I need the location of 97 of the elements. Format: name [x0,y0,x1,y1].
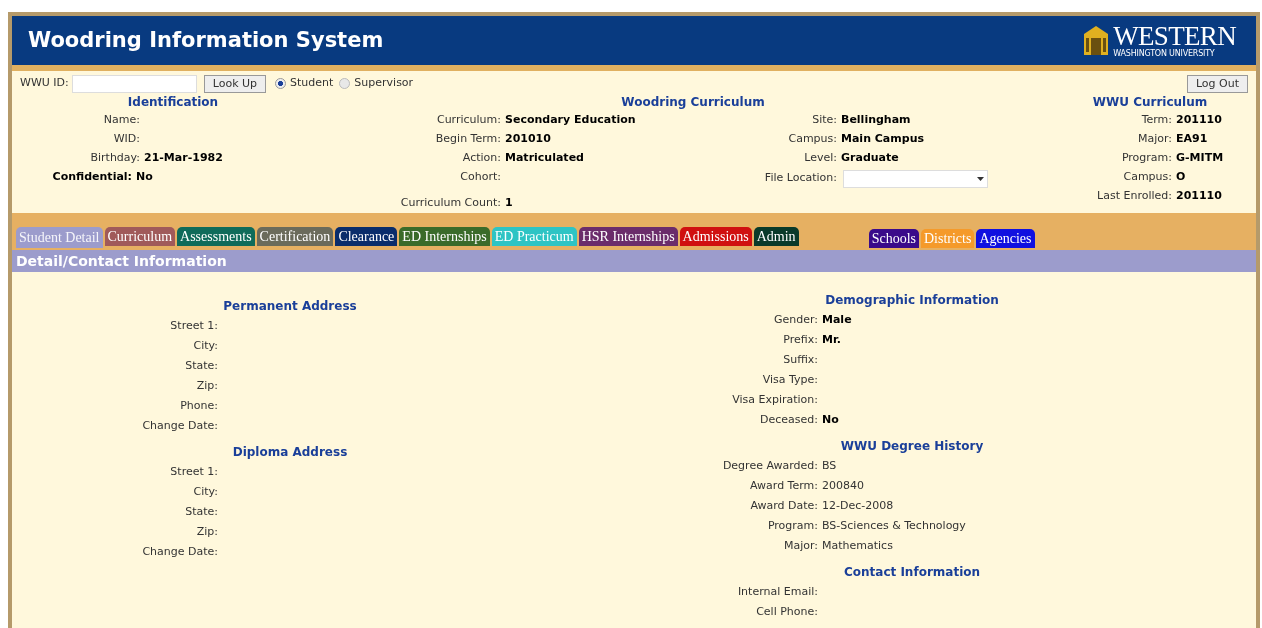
section-heading: Contact Information [842,564,982,581]
radio-label: Supervisor [354,75,414,92]
tab[interactable]: Admissions [679,227,752,246]
logo-subtitle: WASHINGTON UNIVERSITY [1113,49,1216,58]
field-value: No [136,168,153,185]
field-label: Confidential: [52,169,132,183]
field-label: Zip: [196,378,218,392]
field-label: Street 1: [170,318,218,332]
tab[interactable]: Assessments [177,227,255,246]
field-label: City: [193,484,218,498]
field-label: Zip: [196,524,218,538]
tab[interactable]: Schools [868,229,919,248]
look-up-button[interactable]: Look Up [203,74,267,93]
field-label: Level: [804,150,837,164]
field-label: Curriculum Count: [400,195,501,209]
field-value: 201010 [505,130,551,147]
field-label: Degree Awarded: [722,458,818,472]
field-label: Program: [767,518,818,532]
field-label: File Location: [764,171,837,185]
tab[interactable]: ED Internships [399,227,490,246]
field-label: Suffix: [783,352,818,366]
field-label: Action: [462,150,501,164]
radio-button[interactable] [339,78,351,90]
section-heading: WWU Curriculum [1091,93,1209,111]
field-label: City: [193,338,218,352]
field-label: Award Date: [750,498,818,512]
field-label: State: [185,504,218,518]
radio-button[interactable] [275,78,287,90]
field-label: Gender: [773,312,818,326]
field-value: Mathematics [822,537,893,554]
field-label: Phone: [180,398,218,412]
field-label: Change Date: [142,418,218,432]
field-value: EA91 [1176,130,1208,147]
field-label: Name: [103,112,140,126]
field-label: Award Term: [750,478,818,492]
tab[interactable]: Certification [256,227,334,246]
tab[interactable]: Clearance [335,227,398,246]
field-value: 21-Mar-1982 [144,149,223,166]
field-value: Mr. [822,331,841,348]
field-label: Street 1: [170,464,218,478]
section-heading: Demographic Information [824,292,1000,309]
field-value: Secondary Education [505,111,636,128]
tab[interactable]: Agencies [976,229,1035,248]
section-heading: Permanent Address [222,298,358,315]
tab[interactable]: Admin [753,227,799,246]
log-out-button[interactable]: Log Out [1186,74,1248,93]
field-label: Cohort: [460,169,501,183]
field-label: State: [185,358,218,372]
field-label: Visa Type: [762,372,818,386]
field-label: Campus: [788,131,837,145]
field-label: Major: [783,538,818,552]
field-label: Curriculum: [436,112,501,126]
field-label: Change Date: [142,544,218,558]
wwu-id-field[interactable] [71,74,197,93]
building-icon [1083,24,1110,57]
field-value: Male [822,311,852,328]
field-value: G-MITM [1176,149,1224,166]
field-label: Deceased: [760,412,818,426]
field-label: Campus: [1123,169,1172,183]
field-label: WID: [113,131,140,145]
logo-name: WESTERN [1113,22,1236,50]
field-label: Term: [1141,112,1172,126]
field-value: BS [822,457,837,474]
caret-icon [977,176,984,181]
field-label: Visa Expiration: [732,392,818,406]
field-value: BS-Sciences & Technology [822,517,966,534]
section-heading: Identification [126,93,220,111]
field-label: Site: [812,112,837,126]
file-location-dropdown[interactable] [843,169,988,188]
tab[interactable]: Curriculum [104,227,176,246]
field-label: Begin Term: [435,131,501,145]
section-heading: Woodring Curriculum [620,93,766,111]
field-value: 200840 [822,477,864,494]
field-value: Graduate [841,149,899,166]
section-heading: WWU Degree History [839,438,985,455]
section-heading: Diploma Address [231,444,349,461]
radio-label: Student [290,75,334,92]
field-value: 201110 [1176,111,1222,128]
field-label: Last Enrolled: [1097,188,1172,202]
field-value: No [822,411,839,428]
field-value: 201110 [1176,187,1222,204]
field-value: 1 [505,194,513,211]
field-value: Main Campus [841,130,924,147]
field-value: 12-Dec-2008 [822,497,894,514]
field-value: O [1176,168,1186,185]
field-label: WWU ID: [20,75,69,92]
field-label: Major: [1137,131,1172,145]
field-label: Prefix: [783,332,818,346]
field-label: Program: [1121,150,1172,164]
field-label: Birthday: [90,150,140,164]
section-title-bar: Detail/Contact Information [12,250,1256,272]
field-label: Internal Email: [737,584,818,598]
field-value: Matriculated [505,149,584,166]
tab[interactable]: HSR Internships [578,227,678,246]
field-label: Cell Phone: [756,604,818,618]
app-title: Woodring Information System [28,26,384,54]
field-value: Bellingham [841,111,911,128]
